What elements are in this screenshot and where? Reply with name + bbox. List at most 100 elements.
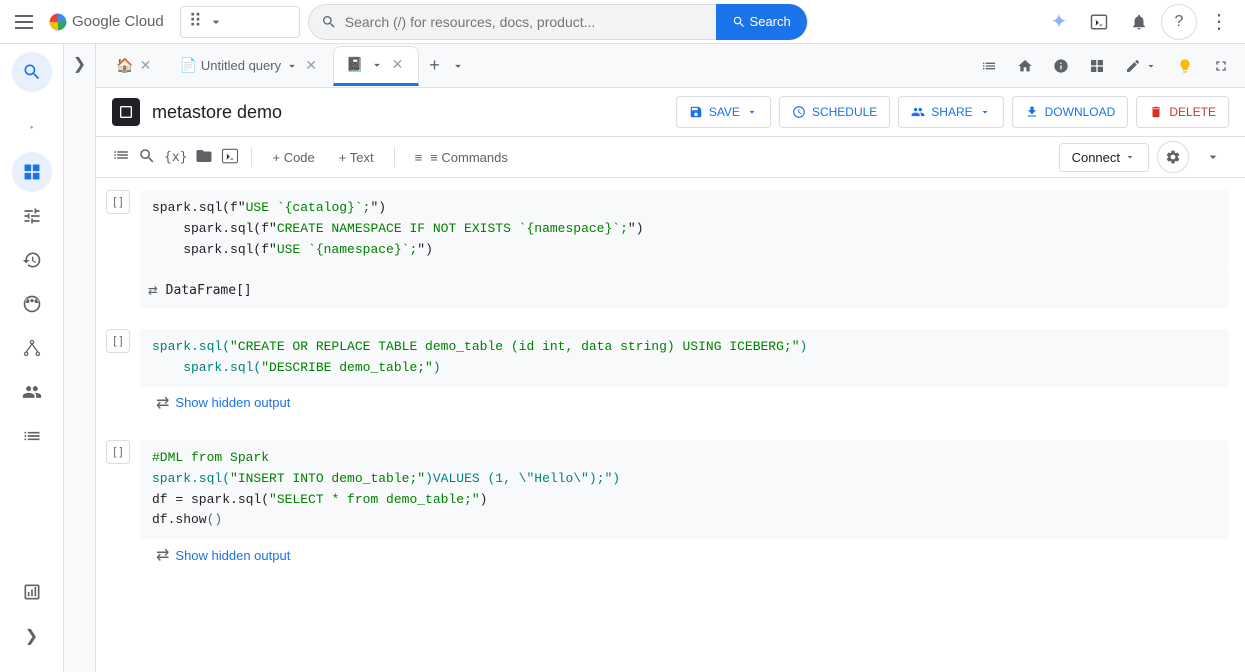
edit-button[interactable] bbox=[1117, 54, 1165, 78]
top-bar: Google Cloud ⠿ Search ✦ ? ⋮ bbox=[0, 0, 1245, 44]
add-code-label: + Code bbox=[272, 150, 314, 165]
notebook-icon: 📓 bbox=[346, 56, 363, 73]
folder-icon[interactable] bbox=[195, 147, 213, 168]
add-tab-button[interactable]: + bbox=[421, 52, 449, 80]
cell-2: [ ] spark.sql("CREATE OR REPLACE TABLE d… bbox=[96, 317, 1245, 424]
tab-bar: 🏠 ✕ 📄 Untitled query ✕ 📓 ✕ + bbox=[96, 44, 1245, 88]
expand-button[interactable] bbox=[1197, 141, 1229, 173]
panel-toggle-icon[interactable]: ❯ bbox=[68, 52, 92, 76]
notebook-icon-square bbox=[112, 98, 140, 126]
nav-scissors-icon[interactable] bbox=[12, 284, 52, 324]
list-icon[interactable] bbox=[112, 146, 130, 169]
tab-right-actions bbox=[973, 54, 1237, 78]
project-selector[interactable]: ⠿ bbox=[180, 6, 300, 38]
notebook-title: metastore demo bbox=[152, 102, 664, 123]
share-label: SHARE bbox=[931, 105, 972, 119]
fullscreen-button[interactable] bbox=[1205, 54, 1237, 78]
toolbar-right: Connect bbox=[1059, 141, 1229, 173]
tab-close-query[interactable]: ✕ bbox=[303, 58, 319, 74]
add-code-button[interactable]: + Code bbox=[264, 146, 322, 169]
add-text-button[interactable]: + Text bbox=[331, 146, 382, 169]
search-toolbar-icon[interactable] bbox=[138, 147, 156, 168]
nav-history-icon[interactable] bbox=[12, 240, 52, 280]
nav-dashboard-icon[interactable] bbox=[12, 152, 52, 192]
notification-button[interactable] bbox=[1121, 4, 1157, 40]
tab-close-notebook[interactable]: ✕ bbox=[390, 57, 406, 73]
cell-2-code[interactable]: spark.sql("CREATE OR REPLACE TABLE demo_… bbox=[140, 329, 1229, 387]
list-view-button[interactable] bbox=[973, 54, 1005, 78]
tab-untitled-query[interactable]: 📄 Untitled query ✕ bbox=[167, 46, 331, 86]
code-vars-icon[interactable]: {x} bbox=[164, 150, 187, 165]
search-button[interactable]: Search bbox=[716, 4, 807, 40]
cell-3-controls: [ ] bbox=[104, 440, 132, 571]
cell-3-run-button[interactable]: [ ] bbox=[106, 440, 130, 464]
search-btn-label: Search bbox=[750, 14, 791, 29]
top-icons: ✦ ? ⋮ bbox=[1041, 4, 1237, 40]
cell-1-controls: [ ] bbox=[104, 190, 132, 308]
download-label: DOWNLOAD bbox=[1045, 105, 1116, 119]
nav-dot-icon[interactable]: ● bbox=[12, 108, 52, 148]
commands-label: ≡ bbox=[415, 150, 423, 165]
connect-button[interactable]: Connect bbox=[1059, 143, 1149, 172]
save-button[interactable]: SAVE bbox=[676, 96, 771, 128]
cell-2-run-button[interactable]: [ ] bbox=[106, 329, 130, 353]
share-button[interactable]: SHARE bbox=[898, 96, 1003, 128]
schedule-label: SCHEDULE bbox=[812, 105, 877, 119]
settings-button[interactable] bbox=[1157, 141, 1189, 173]
cell-3-code[interactable]: #DML from Spark spark.sql("INSERT INTO d… bbox=[140, 440, 1229, 539]
add-text-label: + Text bbox=[339, 150, 374, 165]
notebook-actions: SAVE SCHEDULE SHARE DOWNLOAD bbox=[676, 96, 1229, 128]
notebook-tab-dropdown-icon[interactable] bbox=[370, 58, 384, 72]
bulb-button[interactable] bbox=[1169, 54, 1201, 78]
logo-text: Google Cloud bbox=[72, 13, 164, 30]
cell-2-body: spark.sql("CREATE OR REPLACE TABLE demo_… bbox=[140, 329, 1229, 419]
cell-1-output: ⇄ DataFrame[] bbox=[140, 268, 1229, 308]
more-options-button[interactable]: ⋮ bbox=[1201, 4, 1237, 40]
delete-label: DELETE bbox=[1169, 105, 1216, 119]
show-hidden-1-label: Show hidden output bbox=[175, 395, 290, 410]
gem-button[interactable]: ✦ bbox=[1041, 4, 1077, 40]
tab-notebook[interactable]: 📓 ✕ bbox=[333, 46, 418, 86]
toolbar-separator2 bbox=[394, 147, 395, 167]
terminal-toolbar-icon[interactable] bbox=[221, 147, 239, 168]
nav-expand-icon[interactable]: ❯ bbox=[12, 616, 52, 656]
cell-3-show-hidden[interactable]: ⇄ Show hidden output bbox=[140, 539, 1229, 571]
side-panel: ❯ bbox=[64, 44, 96, 672]
download-button[interactable]: DOWNLOAD bbox=[1012, 96, 1129, 128]
cell-1: [ ] spark.sql(f"USE `{catalog}`;") spark… bbox=[96, 178, 1245, 313]
search-input[interactable] bbox=[345, 14, 708, 30]
terminal-button[interactable] bbox=[1081, 4, 1117, 40]
toolbar: {x} + Code + Text ≡ ≡ Commands Connect bbox=[96, 137, 1245, 178]
cell-1-code[interactable]: spark.sql(f"USE `{catalog}`;") spark.sql… bbox=[140, 190, 1229, 268]
tab-more-icon[interactable] bbox=[451, 59, 465, 73]
home-icon: 🏠 bbox=[116, 57, 133, 74]
nav-list-icon[interactable] bbox=[12, 416, 52, 456]
help-button[interactable]: ? bbox=[1161, 4, 1197, 40]
delete-button[interactable]: DELETE bbox=[1136, 96, 1229, 128]
schedule-button[interactable]: SCHEDULE bbox=[779, 96, 890, 128]
tab-home[interactable]: 🏠 ✕ bbox=[104, 46, 165, 86]
main-layout: ● ❯ ❯ bbox=[0, 44, 1245, 672]
nav-search-icon[interactable] bbox=[12, 52, 52, 92]
search-bar: Search bbox=[308, 4, 808, 40]
tab-untitled-query-label: Untitled query bbox=[201, 58, 281, 73]
nav-pipeline-icon[interactable] bbox=[12, 328, 52, 368]
cell-1-run-button[interactable]: [ ] bbox=[106, 190, 130, 214]
google-cloud-logo: Google Cloud bbox=[48, 12, 164, 32]
nav-data-icon[interactable] bbox=[12, 572, 52, 612]
nav-people-icon[interactable] bbox=[12, 372, 52, 412]
notebook-header: metastore demo SAVE SCHEDULE SHARE bbox=[96, 88, 1245, 137]
cell-2-show-hidden[interactable]: ⇄ Show hidden output bbox=[140, 387, 1229, 419]
grid-view-button[interactable] bbox=[1081, 54, 1113, 78]
hamburger-icon[interactable] bbox=[8, 6, 40, 38]
cell-3: [ ] #DML from Spark spark.sql("INSERT IN… bbox=[96, 428, 1245, 576]
commands-button[interactable]: ≡ ≡ Commands bbox=[407, 146, 516, 169]
tab-dropdown-icon[interactable] bbox=[285, 59, 299, 73]
left-nav: ● ❯ bbox=[0, 44, 64, 672]
cell-3-body: #DML from Spark spark.sql("INSERT INTO d… bbox=[140, 440, 1229, 571]
tab-close-home[interactable]: ✕ bbox=[137, 58, 153, 74]
connect-label: Connect bbox=[1072, 150, 1120, 165]
nav-sliders-icon[interactable] bbox=[12, 196, 52, 236]
home-tab-icon[interactable] bbox=[1009, 54, 1041, 78]
info-button[interactable] bbox=[1045, 54, 1077, 78]
